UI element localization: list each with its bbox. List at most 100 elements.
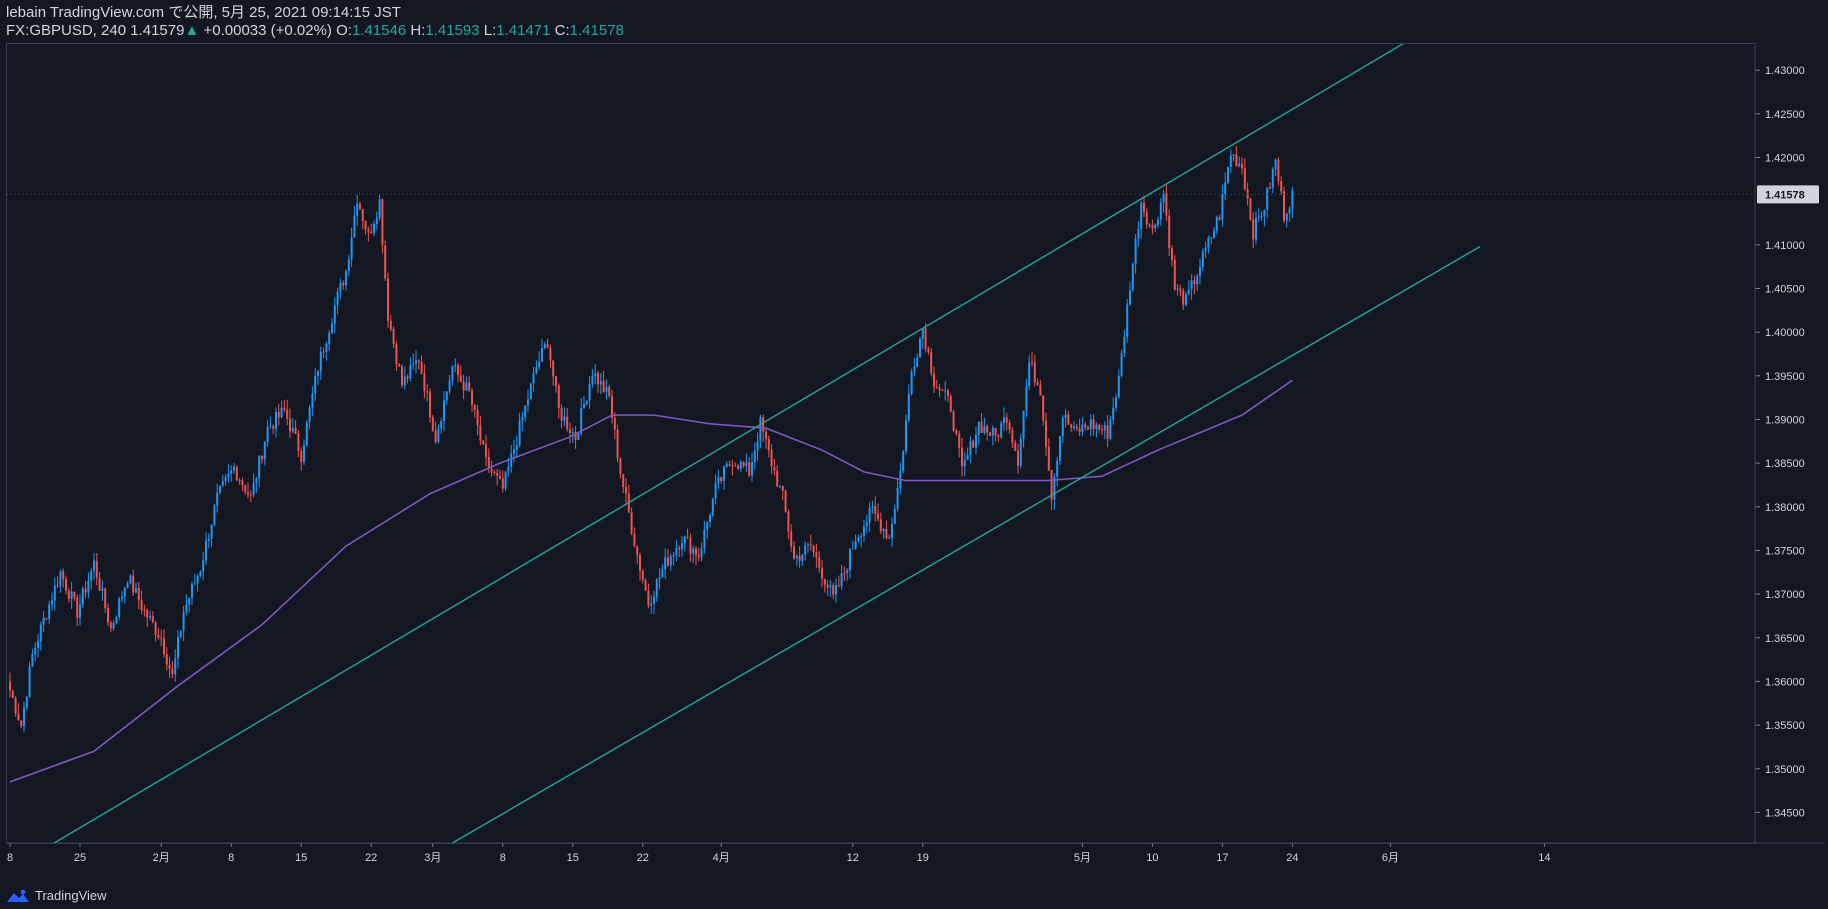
candle-body (541, 347, 543, 362)
candle-body (686, 536, 689, 538)
candle-body (182, 612, 185, 631)
candle-body (591, 376, 594, 385)
candle-body (1257, 216, 1260, 218)
candle-body (583, 403, 585, 408)
candle-body (1171, 248, 1173, 260)
candle-body (473, 404, 476, 411)
candle-body (1243, 168, 1246, 190)
candle-body (1277, 159, 1280, 181)
candle-body (1249, 198, 1252, 220)
candle-body (333, 305, 336, 324)
candle-body (1117, 375, 1120, 398)
candle-body (639, 555, 641, 571)
x-tick-label: 22 (365, 852, 377, 864)
candle-body (303, 445, 305, 462)
candle-body (521, 417, 524, 421)
current-price-label: 1.41578 (1765, 189, 1805, 201)
candle-body (1045, 420, 1047, 447)
candle-body (499, 476, 501, 479)
candle-body (1168, 215, 1171, 249)
candle-body (45, 617, 48, 619)
candle-body (703, 529, 706, 549)
candle-body (798, 555, 801, 561)
candle-body (359, 203, 361, 209)
candle-body (843, 573, 846, 575)
candle-body (395, 343, 398, 365)
candle-body (874, 506, 877, 514)
candle-body (1134, 238, 1137, 265)
candle-body (829, 585, 832, 588)
candle-body (294, 427, 297, 434)
candle-body (566, 416, 569, 430)
candle-body (1115, 397, 1117, 408)
candle-body (1008, 422, 1011, 431)
candle-body (87, 580, 90, 593)
candle-body (431, 417, 434, 431)
candle-body (725, 464, 728, 468)
candle-body (20, 720, 23, 727)
channel-upper-line (52, 44, 1405, 843)
candle-body (902, 451, 905, 471)
candle-body (1159, 202, 1162, 220)
candle-body (823, 578, 826, 585)
candle-body (146, 609, 149, 618)
candle-body (1095, 424, 1098, 430)
candle-body (328, 332, 331, 344)
candle-body (1137, 228, 1140, 239)
candle-body (1274, 159, 1277, 170)
candle-body (31, 653, 34, 667)
tradingview-branding[interactable]: TradingView (6, 888, 107, 903)
candle-body (389, 320, 392, 330)
candle-body (364, 220, 367, 230)
candle-body (851, 548, 854, 550)
candle-body (275, 411, 277, 429)
candle-body (510, 453, 513, 467)
candle-body (669, 556, 672, 566)
candle-body (1061, 418, 1064, 437)
candle-body (667, 557, 669, 566)
candle-body (59, 571, 62, 586)
price-chart[interactable]: 1.43000 1.42500 1.42000 1.41000 1.40500 1.400… (0, 0, 1828, 909)
candle-body (795, 555, 798, 559)
candle-body (479, 425, 482, 441)
candle-body (947, 390, 949, 397)
candle-body (952, 411, 955, 431)
candle-body (1003, 417, 1005, 424)
candle-body (647, 590, 650, 606)
candle-body (322, 351, 325, 353)
candle-body (1280, 180, 1283, 192)
candle-body (485, 444, 487, 458)
candle-body (711, 498, 714, 516)
x-tick-label: 3月 (424, 852, 441, 864)
candle-body (865, 522, 868, 527)
candle-body (76, 597, 79, 618)
candle-body (1067, 414, 1070, 425)
candle-body (286, 409, 289, 419)
candle-body (644, 580, 647, 591)
candle-body (373, 223, 375, 234)
candle-body (941, 389, 944, 391)
candle-body (387, 278, 389, 321)
candle-body (1151, 224, 1154, 229)
candle-body (571, 432, 574, 434)
channel-lower-line (452, 245, 1481, 843)
candle-body (1070, 424, 1073, 428)
candle-body (812, 545, 815, 553)
candle-body (443, 400, 445, 422)
candle-body (879, 519, 882, 532)
candle-body (599, 380, 602, 385)
candle-body (739, 461, 742, 469)
brand-label: TradingView (35, 888, 107, 903)
x-tick-label: 5月 (1074, 852, 1091, 864)
candle-body (56, 585, 59, 587)
candle-body (454, 365, 457, 367)
y-tick-label: 1.36000 (1765, 676, 1805, 688)
x-tick-label: 10 (1146, 852, 1158, 864)
candle-body (39, 624, 42, 642)
candle-body (1196, 275, 1199, 285)
candle-body (255, 478, 258, 483)
y-tick-label: 1.39000 (1765, 414, 1805, 426)
candle-body (370, 231, 373, 234)
candle-body (927, 348, 930, 353)
candle-body (837, 585, 840, 587)
